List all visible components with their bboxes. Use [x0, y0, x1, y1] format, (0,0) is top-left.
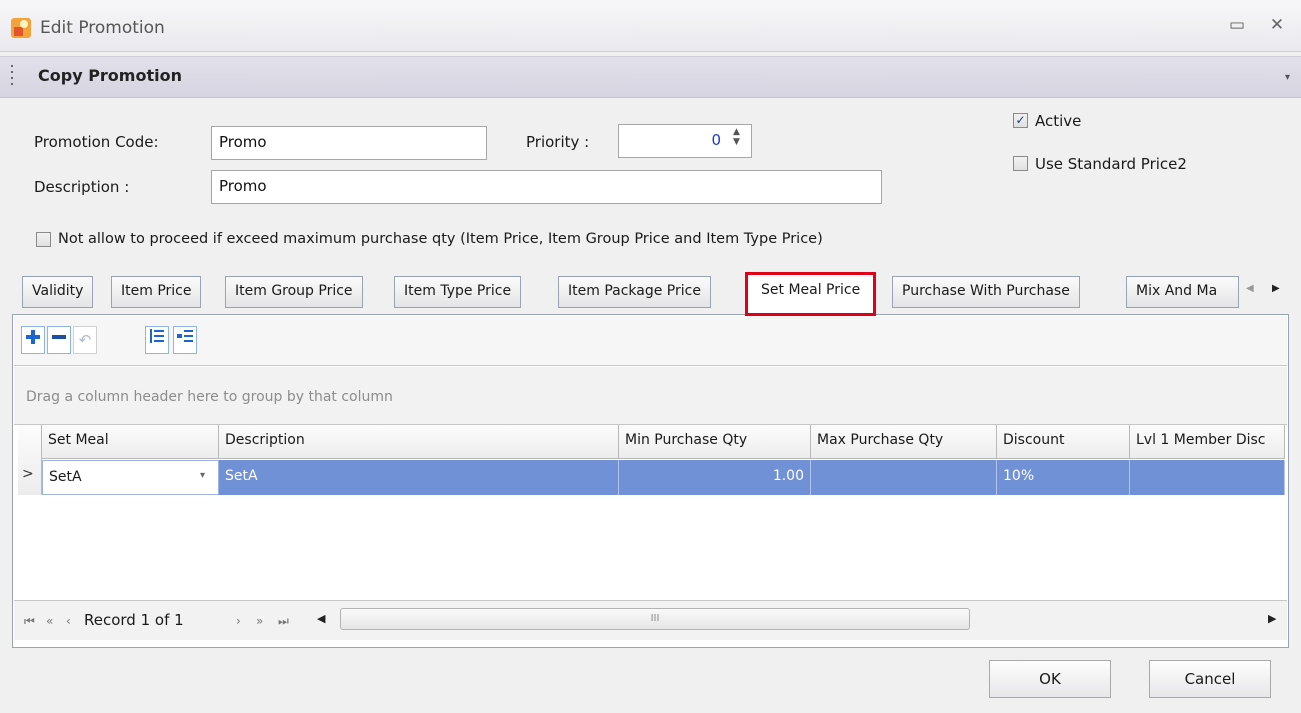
nav-next-page-icon[interactable]: »	[256, 614, 263, 628]
column-header-lvl1-member-disc[interactable]: Lvl 1 Member Disc	[1130, 425, 1285, 459]
grid-toolbar	[14, 316, 1287, 366]
scroll-right-icon[interactable]: ▶	[1268, 612, 1276, 625]
column-header-set-meal[interactable]: Set Meal	[42, 425, 219, 459]
min-purchase-qty-cell[interactable]: 1.00	[619, 460, 811, 495]
title-bar	[0, 0, 1301, 52]
add-icon[interactable]	[21, 326, 45, 354]
tab-item-package-price[interactable]: Item Package Price	[558, 276, 711, 308]
nav-prev-page-icon[interactable]: «	[46, 614, 53, 628]
column-header-discount[interactable]: Discount	[997, 425, 1130, 459]
column-header-max-purchase-qty[interactable]: Max Purchase Qty	[811, 425, 997, 459]
column-header-description[interactable]: Description	[219, 425, 619, 459]
promotion-code-field[interactable]	[211, 126, 487, 160]
chevron-down-icon[interactable]: ▾	[1285, 72, 1290, 83]
tab-validity[interactable]: Validity	[22, 276, 94, 308]
group-by-hint: Drag a column header here to group by th…	[26, 389, 393, 405]
horizontal-scrollbar-thumb[interactable]: III	[340, 608, 970, 630]
column-header-min-purchase-qty[interactable]: Min Purchase Qty	[619, 425, 811, 459]
spin-arrows-icon[interactable]: ▲ ▼	[733, 127, 740, 147]
app-icon	[11, 18, 31, 38]
priority-stepper[interactable]: 0	[618, 124, 752, 158]
close-button[interactable]: ✕	[1266, 14, 1288, 36]
tab-item-type-price[interactable]: Item Type Price	[394, 276, 522, 308]
priority-value: 0	[711, 131, 721, 149]
scroll-grip: III	[650, 613, 660, 624]
remove-icon[interactable]	[47, 326, 71, 354]
row-indicator-column	[18, 425, 42, 495]
minimize-button[interactable]: ▭	[1226, 14, 1248, 36]
window-title: Edit Promotion	[40, 18, 165, 38]
promotion-code-input[interactable]	[219, 133, 479, 151]
discount-cell[interactable]: 10%	[997, 460, 1130, 495]
expand-rows-icon[interactable]	[145, 326, 169, 354]
undo-icon[interactable]: ↶	[73, 326, 97, 354]
collapse-rows-icon[interactable]	[173, 326, 197, 354]
set-meal-value: SetA	[49, 469, 82, 485]
description-cell[interactable]: SetA	[219, 460, 619, 495]
nav-prev-icon[interactable]: ‹	[66, 614, 71, 628]
dropdown-arrow-icon[interactable]: ▾	[200, 470, 205, 481]
tab-scroll-left-icon[interactable]: ◀	[1246, 283, 1254, 294]
use-standard-price2-label: Use Standard Price2	[1035, 155, 1187, 173]
not-allow-checkbox[interactable]	[36, 232, 51, 247]
tab-scroll-right-icon[interactable]: ▶	[1272, 283, 1280, 294]
tab-set-meal-price[interactable]: Set Meal Price	[745, 272, 877, 316]
promotion-code-label: Promotion Code:	[34, 133, 159, 151]
ribbon-bar	[0, 56, 1301, 98]
ok-button[interactable]: OK	[989, 660, 1111, 698]
copy-promotion-button[interactable]: Copy Promotion	[38, 66, 182, 85]
active-label: Active	[1035, 112, 1082, 130]
description-input[interactable]	[219, 177, 874, 195]
lvl1-member-disc-cell[interactable]	[1130, 460, 1285, 495]
description-field[interactable]	[211, 170, 882, 204]
current-row-indicator-icon: >	[22, 466, 34, 482]
use-standard-price2-checkbox[interactable]	[1013, 156, 1028, 171]
priority-label: Priority :	[526, 133, 590, 151]
nav-last-icon[interactable]: ⏭	[278, 614, 289, 629]
not-allow-label: Not allow to proceed if exceed maximum p…	[58, 231, 823, 247]
tab-item-group-price[interactable]: Item Group Price	[225, 276, 363, 308]
tab-item-price[interactable]: Item Price	[111, 276, 202, 308]
tab-mix-and-match[interactable]: Mix And Ma	[1126, 276, 1239, 308]
set-meal-dropdown[interactable]: SetA	[42, 460, 219, 495]
tab-purchase-with-purchase[interactable]: Purchase With Purchase	[892, 276, 1080, 308]
record-text: Record 1 of 1	[84, 611, 184, 629]
grip-icon[interactable]	[10, 65, 14, 87]
scroll-left-icon[interactable]: ◀	[317, 612, 325, 625]
cancel-button[interactable]: Cancel	[1149, 660, 1271, 698]
active-checkbox[interactable]: ✓	[1013, 113, 1028, 128]
description-label: Description :	[34, 178, 130, 196]
nav-first-icon[interactable]: ⏮	[24, 614, 35, 629]
nav-next-icon[interactable]: ›	[236, 614, 241, 628]
max-purchase-qty-cell[interactable]	[811, 460, 997, 495]
